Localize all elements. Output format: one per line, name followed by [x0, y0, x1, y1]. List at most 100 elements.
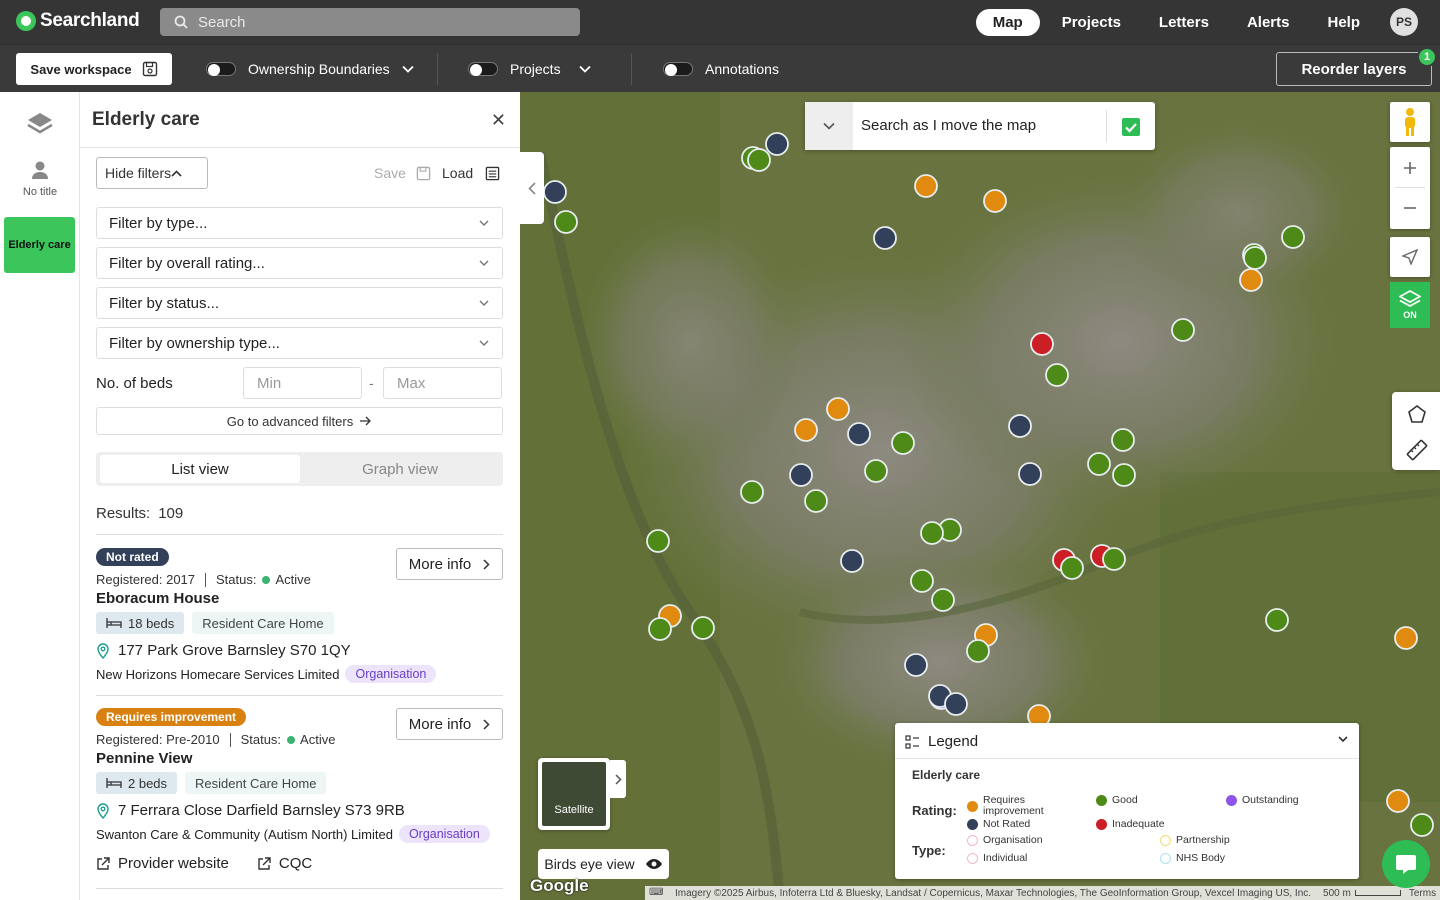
care-home-marker[interactable] — [648, 617, 672, 641]
care-home-marker[interactable] — [691, 616, 715, 640]
advanced-filters-button[interactable]: Go to advanced filters — [96, 407, 503, 435]
care-home-marker[interactable] — [904, 653, 928, 677]
legend-header[interactable]: Legend — [905, 733, 978, 750]
ruler-icon[interactable] — [1405, 438, 1429, 465]
care-home-marker[interactable] — [910, 569, 934, 593]
filter-by-rating-select[interactable]: Filter by overall rating... — [96, 247, 503, 279]
birds-eye-view-button[interactable]: Birds eye view — [538, 849, 669, 879]
nav-map[interactable]: Map — [975, 8, 1040, 36]
keyboard-icon[interactable]: ⌨ — [649, 887, 663, 898]
chat-support-button[interactable] — [1382, 840, 1430, 888]
care-home-marker[interactable] — [804, 489, 828, 513]
care-home-marker[interactable] — [826, 397, 850, 421]
load-filters-button[interactable]: Load — [442, 165, 500, 181]
save-filters-button[interactable]: Save — [374, 165, 431, 181]
care-home-marker[interactable] — [554, 210, 578, 234]
care-home-marker[interactable] — [1111, 428, 1135, 452]
toggle-switch[interactable] — [663, 62, 693, 76]
beds-max-input[interactable]: Max — [383, 367, 502, 399]
filter-by-status-select[interactable]: Filter by status... — [96, 287, 503, 319]
care-home-marker[interactable] — [1386, 789, 1410, 813]
my-location-button[interactable] — [1390, 237, 1430, 277]
care-home-marker[interactable] — [931, 588, 955, 612]
rail-item-no-title[interactable]: No title — [0, 160, 80, 198]
care-home-marker[interactable] — [1102, 547, 1126, 571]
care-home-marker[interactable] — [1239, 268, 1263, 292]
care-home-marker[interactable] — [747, 148, 771, 172]
care-home-marker[interactable] — [794, 418, 818, 442]
projects-toggle[interactable]: Projects — [468, 61, 591, 77]
care-home-marker[interactable] — [1265, 608, 1289, 632]
care-home-marker[interactable] — [1171, 318, 1195, 342]
care-home-marker[interactable] — [914, 174, 938, 198]
annotations-toggle[interactable]: Annotations — [663, 61, 779, 77]
care-home-marker[interactable] — [840, 549, 864, 573]
zoom-in-button[interactable] — [1395, 148, 1425, 188]
care-home-marker[interactable] — [944, 692, 968, 716]
nav-letters[interactable]: Letters — [1143, 9, 1225, 36]
care-home-marker[interactable] — [789, 463, 813, 487]
care-home-marker[interactable] — [847, 422, 871, 446]
nav-projects[interactable]: Projects — [1046, 9, 1137, 36]
tab-graph-view[interactable]: Graph view — [300, 455, 500, 483]
toggle-switch[interactable] — [206, 62, 236, 76]
result-card[interactable]: Not rated Registered: 2017 Status: Activ… — [96, 548, 503, 683]
more-info-button[interactable]: More info — [396, 708, 503, 740]
nav-alerts[interactable]: Alerts — [1231, 9, 1306, 36]
care-home-marker[interactable] — [1281, 225, 1305, 249]
care-home-marker[interactable] — [740, 480, 764, 504]
chevron-down-icon[interactable] — [805, 102, 853, 150]
street-view-pegman-icon[interactable] — [1390, 102, 1430, 142]
care-home-marker[interactable] — [1030, 332, 1054, 356]
layers-toggle-button[interactable]: ON — [1390, 282, 1430, 328]
provider-website-link[interactable]: Provider website — [96, 855, 229, 872]
care-home-marker[interactable] — [891, 431, 915, 455]
satellite-map[interactable]: Search as I move the map ON Satellite Bi… — [520, 92, 1440, 900]
care-home-marker[interactable] — [983, 189, 1007, 213]
care-home-marker[interactable] — [1060, 556, 1084, 580]
chevron-right-icon[interactable] — [610, 760, 626, 798]
care-home-marker[interactable] — [1087, 452, 1111, 476]
care-home-name[interactable]: Pennine View — [96, 750, 192, 767]
reorder-layers-button[interactable]: Reorder layers — [1276, 52, 1432, 86]
hide-filters-button[interactable]: Hide filters — [96, 157, 208, 189]
care-home-marker[interactable] — [920, 521, 944, 545]
filter-by-type-select[interactable]: Filter by type... — [96, 207, 503, 239]
close-icon[interactable]: ✕ — [491, 110, 506, 131]
care-home-marker[interactable] — [1112, 463, 1136, 487]
zoom-out-button[interactable] — [1403, 188, 1417, 228]
toggle-switch[interactable] — [468, 62, 498, 76]
care-home-marker[interactable] — [864, 459, 888, 483]
nav-help[interactable]: Help — [1311, 9, 1376, 36]
filter-by-ownership-select[interactable]: Filter by ownership type... — [96, 327, 503, 359]
satellite-toggle[interactable]: Satellite — [538, 758, 610, 830]
search-as-move-checkbox[interactable] — [1122, 118, 1140, 136]
care-home-marker[interactable] — [1008, 414, 1032, 438]
ownership-boundaries-toggle[interactable]: Ownership Boundaries — [206, 61, 414, 77]
care-home-marker[interactable] — [966, 639, 990, 663]
save-workspace-button[interactable]: Save workspace — [16, 53, 172, 85]
care-home-marker[interactable] — [873, 226, 897, 250]
avatar[interactable]: PS — [1390, 8, 1418, 36]
polygon-icon[interactable] — [1407, 404, 1427, 427]
layers-icon[interactable] — [25, 110, 55, 141]
tab-list-view[interactable]: List view — [100, 455, 300, 483]
collapse-panel-button[interactable] — [520, 152, 544, 224]
care-home-marker[interactable] — [1045, 363, 1069, 387]
care-home-marker[interactable] — [1410, 813, 1434, 837]
terms-link[interactable]: Terms — [1409, 888, 1436, 899]
chevron-down-icon[interactable] — [402, 65, 414, 73]
care-home-marker[interactable] — [1018, 462, 1042, 486]
care-home-marker[interactable] — [765, 132, 789, 156]
care-home-marker[interactable] — [543, 180, 567, 204]
care-home-marker[interactable] — [1243, 246, 1267, 270]
care-home-marker[interactable] — [646, 529, 670, 553]
beds-min-input[interactable]: Min — [243, 367, 362, 399]
rail-item-elderly-care[interactable]: Elderly care — [4, 217, 75, 273]
global-search-input[interactable]: Search — [160, 8, 580, 36]
more-info-button[interactable]: More info — [396, 548, 503, 580]
searchland-logo[interactable]: Searchland — [16, 10, 140, 32]
chevron-down-icon[interactable] — [1337, 733, 1349, 745]
chevron-down-icon[interactable] — [578, 65, 591, 73]
care-home-name[interactable]: Eboracum House — [96, 590, 219, 607]
